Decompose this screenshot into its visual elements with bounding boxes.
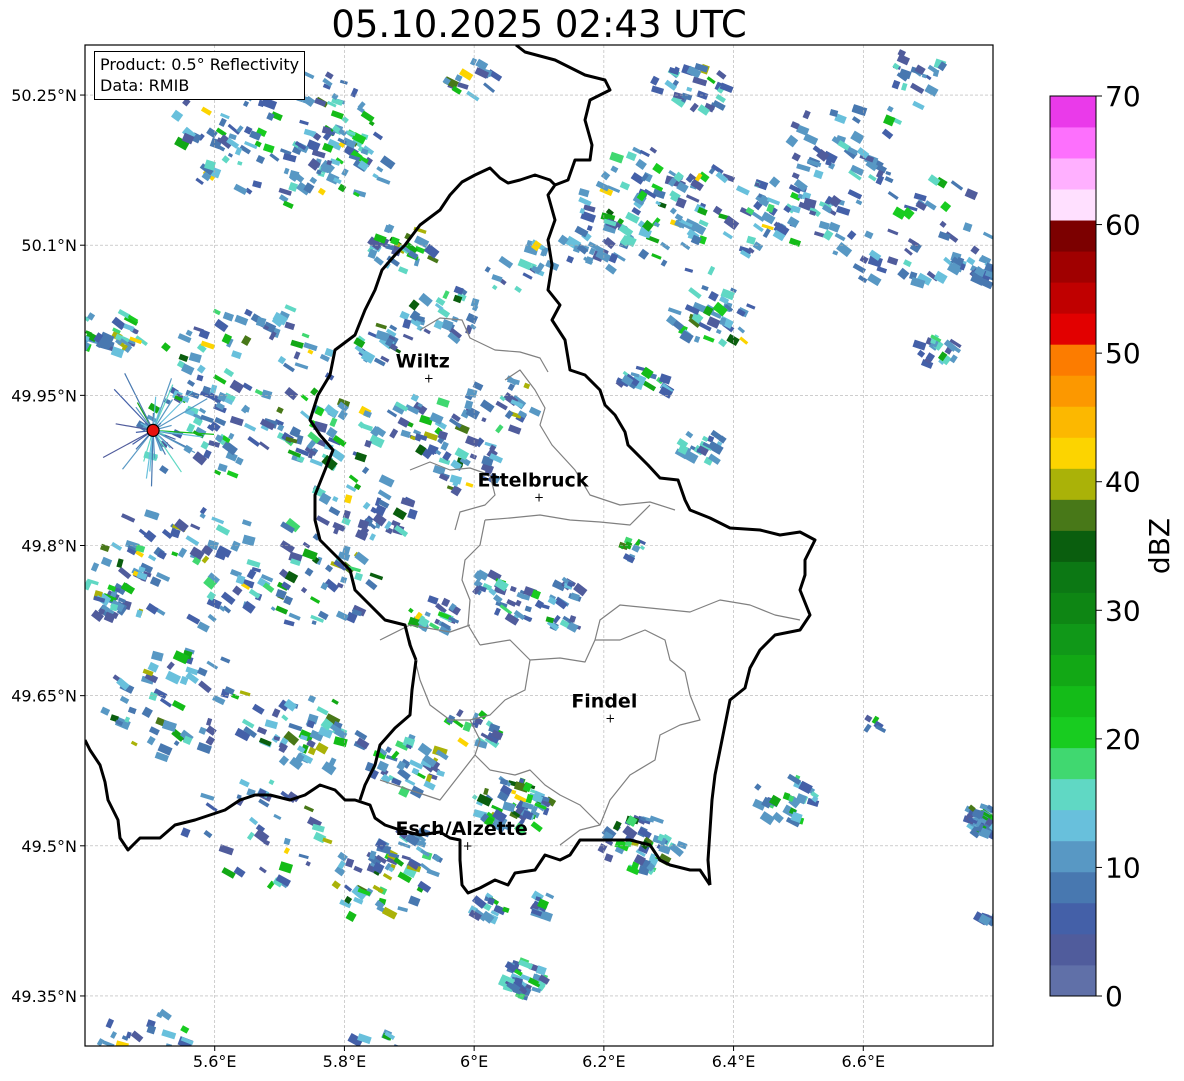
colorbar-tick-label: 10 [1105,851,1141,884]
colorbar-segment [1050,313,1096,345]
city-label: Findel [571,691,637,713]
colorbar-segment [1050,871,1096,904]
colorbar-tick-label: 60 [1105,209,1141,242]
colorbar-segment [1050,344,1096,376]
colorbar-tick-label: 40 [1105,466,1141,499]
radar-echo-cell [995,253,1004,260]
colorbar-segment [1050,437,1096,469]
colorbar-segment [1050,468,1096,500]
city-marker-plus-icon: + [534,490,544,504]
city-marker-plus-icon: + [424,371,434,385]
product-info-box: Product: 0.5° Reflectivity Data: RMIB [94,51,306,100]
colorbar-segment [1050,809,1096,842]
y-tick-label: 49.65°N [11,687,77,706]
radar-echo-cell [111,1051,127,1063]
colorbar-segment [1050,561,1096,593]
radar-echo-cell [180,1052,189,1061]
data-source-label: Data: RMIB [100,76,190,95]
colorbar-segment [1050,530,1096,562]
y-tick-label: 49.5°N [21,837,77,856]
colorbar-segment [1050,623,1096,656]
x-tick-label: 6.4°E [712,1052,756,1071]
radar-echo-cell [992,906,993,913]
x-tick-label: 5.6°E [193,1052,237,1071]
radar-echo-cell [386,1045,395,1046]
colorbar-segment [1050,654,1096,687]
city-label: Esch/Alzette [396,818,528,840]
radar-echo-cell [992,808,993,819]
colorbar-segment [1050,592,1096,624]
colorbar-label: dBZ [1143,518,1176,574]
colorbar-segment [1050,96,1096,128]
radar-map[interactable]: +Wiltz+Ettelbruck+Findel+Esch/Alzette 5.… [0,0,1184,1081]
product-label: Product: 0.5° Reflectivity [100,55,300,74]
x-tick-label: 6°E [460,1052,488,1071]
x-tick-label: 5.8°E [323,1052,367,1071]
colorbar-segment [1050,499,1096,531]
city-label: Wiltz [396,350,450,372]
colorbar-segment [1050,375,1096,407]
x-tick-label: 6.6°E [842,1052,886,1071]
radar-echo-cell [377,1047,385,1054]
city-label: Ettelbruck [478,469,589,491]
colorbar-segment [1050,747,1096,780]
radar-echo-cell [133,1059,142,1066]
x-tick-label: 6.2°E [582,1052,626,1071]
colorbar-segment [1050,716,1096,749]
colorbar-tick-label: 30 [1105,594,1141,627]
city-marker-plus-icon: + [463,839,473,853]
y-tick-label: 49.35°N [11,987,77,1006]
colorbar-segment [1050,840,1096,873]
colorbar-tick-label: 0 [1105,980,1123,1013]
y-tick-label: 49.8°N [21,537,77,556]
radar-echo-cell [151,1064,163,1075]
colorbar-segment [1050,964,1096,997]
radar-echo-cell [134,1051,143,1059]
colorbar-segment [1050,685,1096,718]
radar-echo-cell [153,1050,162,1058]
colorbar-segment [1050,127,1096,159]
radar-echo-cell [995,818,1002,825]
radar-echo-cell [127,1063,139,1071]
colorbar-segment [1050,933,1096,966]
y-tick-label: 50.25°N [11,86,77,105]
radar-site-dot [146,423,160,437]
colorbar-segment [1050,220,1096,252]
colorbar-segment [1050,282,1096,314]
radar-site-marker [146,423,160,437]
y-tick-label: 49.95°N [11,386,77,405]
colorbar-tick-label: 20 [1105,723,1141,756]
radar-echo-cell [995,269,1001,274]
colorbar-tick-label: 50 [1105,337,1141,370]
colorbar-segment [1050,189,1096,221]
colorbar: 0 10 20 30 40 50 60 70 dBZ [1049,80,1176,1013]
y-tick-label: 50.1°N [21,236,77,255]
city-marker-plus-icon: + [605,712,615,726]
colorbar-segment [1050,778,1096,811]
colorbar-tick-label: 70 [1105,80,1141,113]
colorbar-segment [1050,902,1096,935]
radar-echo-cell [135,1058,143,1065]
colorbar-segment [1050,251,1096,283]
colorbar-segment [1050,406,1096,438]
colorbar-segment [1050,158,1096,190]
radar-echo-cell [383,1049,396,1059]
radar-echo-cell [387,1047,396,1057]
